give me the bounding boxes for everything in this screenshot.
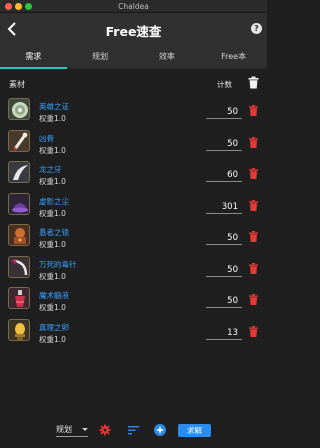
chevron-down-icon: [82, 428, 88, 431]
tab-free-quests[interactable]: Free本: [200, 46, 267, 68]
app-bar: Free速查 ?: [0, 13, 267, 46]
material-weight: 权重1.0: [39, 177, 66, 186]
delete-icon[interactable]: [249, 105, 258, 116]
delete-icon[interactable]: [249, 325, 258, 337]
hero-proof-icon: [8, 98, 30, 120]
solve-button[interactable]: 求解: [178, 424, 211, 437]
window-title: Chaldea: [118, 2, 149, 11]
delete-icon[interactable]: [249, 136, 258, 148]
material-list: 英雄之证 权重1.0 50 凶骨 权重1.0 50 龙之牙 权重1.0 60 虚…: [0, 95, 267, 347]
tab-demand[interactable]: 需求: [0, 46, 67, 69]
magic-fluid-icon: [8, 287, 30, 309]
material-weight: 权重1.0: [39, 208, 66, 218]
sort-icon[interactable]: [128, 425, 139, 435]
material-name[interactable]: 凶骨: [39, 133, 54, 144]
count-input[interactable]: 50: [206, 294, 242, 308]
plan-dropdown-label: 规划: [56, 425, 72, 434]
delete-icon[interactable]: [249, 231, 258, 242]
material-name[interactable]: 魔术髓液: [39, 290, 69, 301]
count-input[interactable]: 50: [206, 137, 242, 151]
tab-plan[interactable]: 规划: [67, 46, 134, 68]
delete-icon[interactable]: [249, 199, 258, 211]
poison-needle-icon: [8, 255, 30, 278]
list-item: 愚者之锁 权重1.0 50: [0, 221, 267, 253]
count-input[interactable]: 50: [206, 105, 242, 119]
material-name[interactable]: 虚影之尘: [39, 196, 69, 207]
void-dust-icon: [8, 192, 30, 215]
list-item: 虚影之尘 权重1.0 301: [0, 190, 267, 222]
clear-all-trash-icon[interactable]: [248, 76, 259, 89]
tab-efficiency[interactable]: 效率: [134, 46, 201, 68]
material-weight: 权重1.0: [39, 271, 66, 281]
count-input[interactable]: 50: [206, 263, 242, 277]
count-column-header: 计数: [217, 80, 232, 89]
material-weight: 权重1.0: [39, 145, 66, 155]
list-item: 龙之牙 权重1.0 60: [0, 158, 267, 190]
add-circle-icon[interactable]: [154, 424, 166, 436]
dragon-fang-icon: [8, 161, 30, 183]
tab-bar: 需求 规划 效率 Free本: [0, 46, 267, 69]
list-item: 英雄之证 权重1.0 50: [0, 95, 267, 127]
delete-icon[interactable]: [249, 262, 258, 274]
bottom-toolbar: 规划 求解: [0, 421, 267, 441]
material-weight: 权重1.0: [39, 240, 66, 249]
material-name[interactable]: 真理之卵: [39, 322, 69, 333]
material-name[interactable]: 万死的毒针: [39, 259, 77, 270]
settings-gear-icon[interactable]: [99, 424, 111, 436]
material-weight: 权重1.0: [39, 303, 66, 312]
count-input[interactable]: 60: [206, 168, 242, 182]
list-item: 真理之卵 权重1.0 13: [0, 316, 267, 348]
fool-chain-icon: [8, 224, 30, 246]
count-input[interactable]: 50: [206, 231, 242, 245]
plan-dropdown[interactable]: 规划: [56, 424, 88, 437]
count-input[interactable]: 13: [206, 326, 242, 340]
delete-icon[interactable]: [249, 168, 258, 179]
list-header: 素材 计数: [0, 75, 267, 93]
count-input[interactable]: 301: [206, 200, 242, 214]
evil-bone-icon: [8, 129, 30, 152]
list-item: 魔术髓液 权重1.0 50: [0, 284, 267, 316]
list-item: 凶骨 权重1.0 50: [0, 127, 267, 159]
material-name[interactable]: 愚者之锁: [39, 227, 69, 238]
material-name[interactable]: 龙之牙: [39, 164, 62, 175]
material-name[interactable]: 英雄之证: [39, 101, 69, 112]
material-weight: 权重1.0: [39, 334, 66, 344]
help-icon[interactable]: ?: [251, 23, 262, 34]
material-column-header: 素材: [9, 80, 25, 89]
page-title: Free速查: [105, 24, 162, 39]
material-weight: 权重1.0: [39, 114, 66, 123]
list-item: 万死的毒针 权重1.0 50: [0, 253, 267, 285]
delete-icon[interactable]: [249, 294, 258, 305]
truth-egg-icon: [8, 318, 30, 341]
window-titlebar: Chaldea: [0, 0, 267, 13]
